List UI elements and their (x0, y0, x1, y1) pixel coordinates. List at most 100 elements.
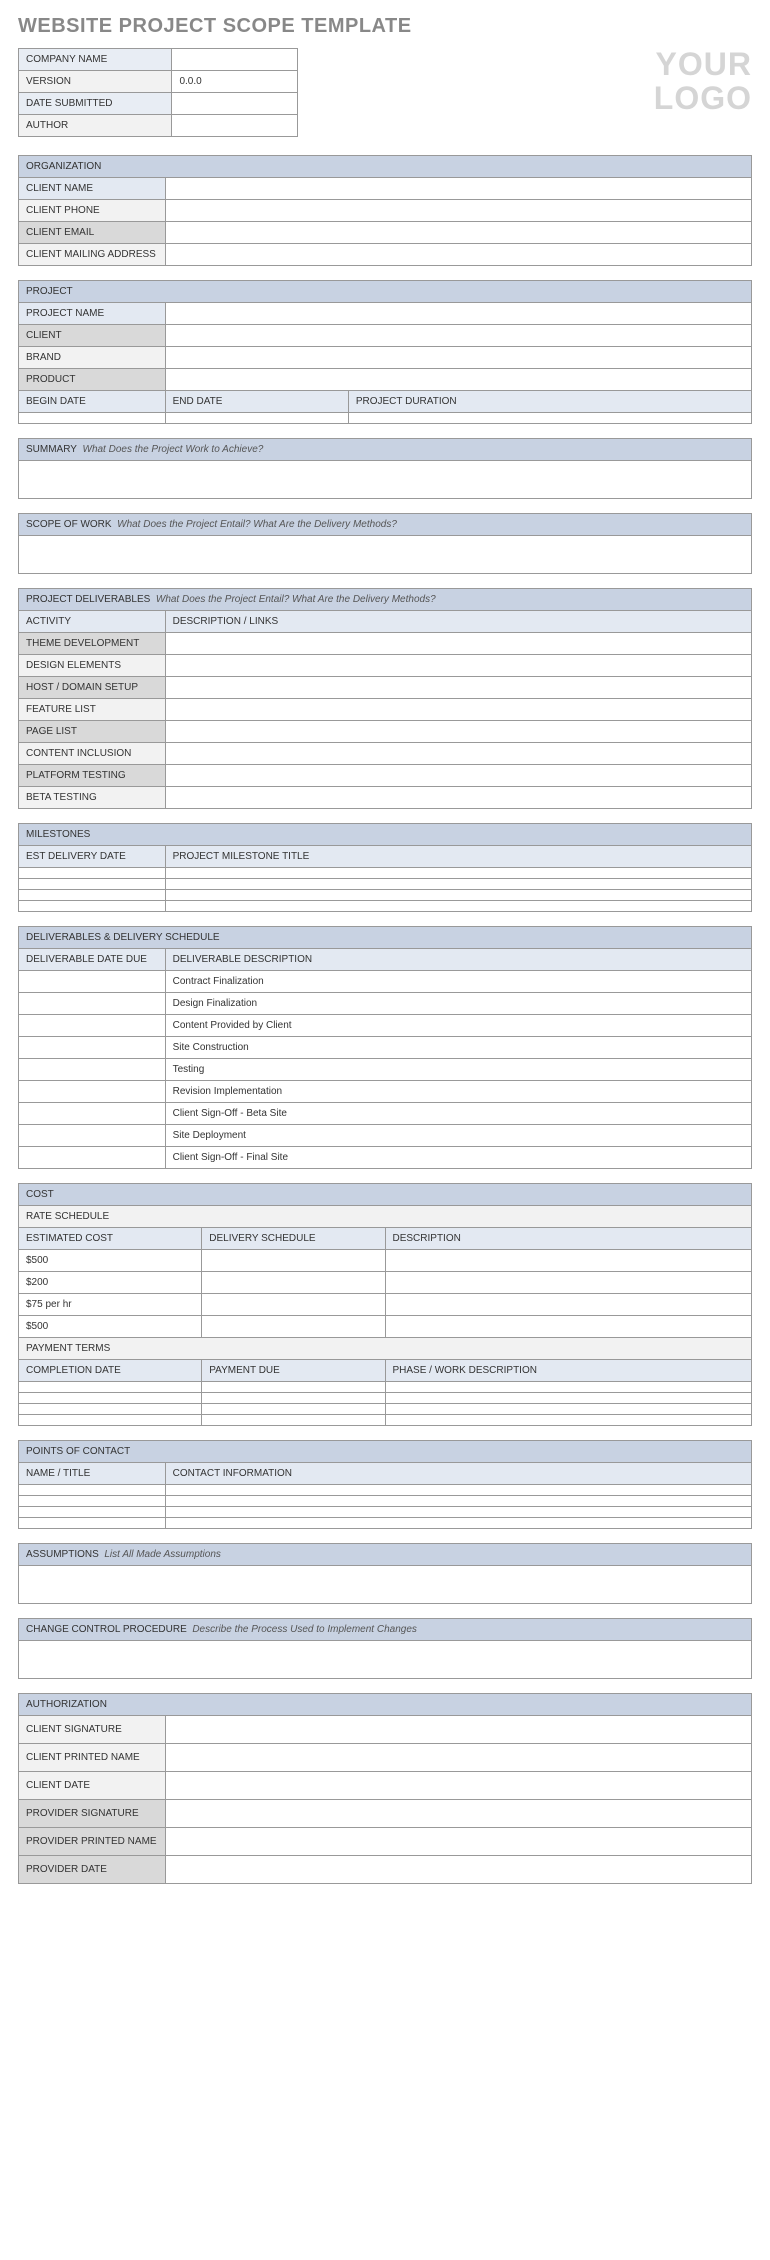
completion-date[interactable] (19, 1415, 202, 1426)
summary-value[interactable] (19, 461, 752, 499)
schedule-date[interactable] (19, 1125, 166, 1147)
client-mailing-value[interactable] (165, 244, 751, 266)
deliv-value[interactable] (165, 655, 751, 677)
completion-date[interactable] (19, 1404, 202, 1415)
contact-info[interactable] (165, 1496, 751, 1507)
completion-col: COMPLETION DATE (19, 1360, 202, 1382)
contact-info-col: CONTACT INFORMATION (165, 1463, 751, 1485)
deliv-value[interactable] (165, 699, 751, 721)
scope-value[interactable] (19, 536, 752, 574)
milestone-title[interactable] (165, 868, 751, 879)
payment-terms-header: PAYMENT TERMS (19, 1338, 752, 1360)
payment-due[interactable] (202, 1393, 385, 1404)
phase-desc[interactable] (385, 1382, 752, 1393)
client-printed-value[interactable] (165, 1744, 751, 1772)
organization-header: ORGANIZATION (19, 156, 752, 178)
authorization-table: AUTHORIZATION CLIENT SIGNATURE CLIENT PR… (18, 1693, 752, 1884)
deliv-value[interactable] (165, 765, 751, 787)
deliv-value[interactable] (165, 633, 751, 655)
meta-date-value[interactable] (172, 93, 298, 115)
change-value[interactable] (19, 1641, 752, 1679)
project-brand-value[interactable] (165, 347, 751, 369)
contact-name[interactable] (19, 1496, 166, 1507)
project-client-value[interactable] (165, 325, 751, 347)
schedule-date[interactable] (19, 1103, 166, 1125)
schedule-date[interactable] (19, 1037, 166, 1059)
contact-name[interactable] (19, 1485, 166, 1496)
meta-author-value[interactable] (172, 115, 298, 137)
client-email-value[interactable] (165, 222, 751, 244)
assumptions-value[interactable] (19, 1566, 752, 1604)
meta-company-value[interactable] (172, 49, 298, 71)
assumptions-header: ASSUMPTIONS List All Made Assumptions (19, 1544, 752, 1566)
deliv-value[interactable] (165, 743, 751, 765)
client-date-label: CLIENT DATE (19, 1772, 166, 1800)
client-name-value[interactable] (165, 178, 751, 200)
project-product-label: PRODUCT (19, 369, 166, 391)
payment-due[interactable] (202, 1415, 385, 1426)
begin-date-value[interactable] (19, 413, 166, 424)
schedule-date[interactable] (19, 1147, 166, 1169)
milestone-date[interactable] (19, 890, 166, 901)
rate-desc[interactable] (385, 1294, 752, 1316)
payment-due[interactable] (202, 1404, 385, 1415)
milestone-date[interactable] (19, 901, 166, 912)
provider-sig-value[interactable] (165, 1800, 751, 1828)
milestone-date[interactable] (19, 868, 166, 879)
schedule-date[interactable] (19, 1059, 166, 1081)
contact-info[interactable] (165, 1518, 751, 1529)
project-client-label: CLIENT (19, 325, 166, 347)
deliv-value[interactable] (165, 721, 751, 743)
provider-date-value[interactable] (165, 1856, 751, 1884)
contact-name[interactable] (19, 1507, 166, 1518)
client-date-value[interactable] (165, 1772, 751, 1800)
project-name-label: PROJECT NAME (19, 303, 166, 325)
meta-version-value[interactable]: 0.0.0 (172, 71, 298, 93)
schedule-date[interactable] (19, 971, 166, 993)
deliv-row: CONTENT INCLUSION (19, 743, 166, 765)
rate-delivery[interactable] (202, 1294, 385, 1316)
rate-desc[interactable] (385, 1272, 752, 1294)
schedule-desc-col: DELIVERABLE DESCRIPTION (165, 949, 751, 971)
provider-printed-value[interactable] (165, 1828, 751, 1856)
page-title: WEBSITE PROJECT SCOPE TEMPLATE (18, 15, 752, 38)
deliv-value[interactable] (165, 787, 751, 809)
rate-delivery[interactable] (202, 1250, 385, 1272)
deliv-row: DESIGN ELEMENTS (19, 655, 166, 677)
organization-table: ORGANIZATION CLIENT NAME CLIENT PHONE CL… (18, 155, 752, 266)
client-sig-value[interactable] (165, 1716, 751, 1744)
end-date-value[interactable] (165, 413, 348, 424)
schedule-desc: Client Sign-Off - Final Site (165, 1147, 751, 1169)
client-printed-label: CLIENT PRINTED NAME (19, 1744, 166, 1772)
schedule-desc: Testing (165, 1059, 751, 1081)
phase-desc[interactable] (385, 1415, 752, 1426)
schedule-date[interactable] (19, 1081, 166, 1103)
project-product-value[interactable] (165, 369, 751, 391)
milestone-date[interactable] (19, 879, 166, 890)
rate-desc[interactable] (385, 1316, 752, 1338)
project-name-value[interactable] (165, 303, 751, 325)
milestone-title[interactable] (165, 901, 751, 912)
completion-date[interactable] (19, 1393, 202, 1404)
client-phone-value[interactable] (165, 200, 751, 222)
contact-info[interactable] (165, 1507, 751, 1518)
authorization-header: AUTHORIZATION (19, 1694, 752, 1716)
duration-value[interactable] (348, 413, 751, 424)
phase-desc[interactable] (385, 1404, 752, 1415)
contact-name[interactable] (19, 1518, 166, 1529)
milestone-title[interactable] (165, 879, 751, 890)
schedule-date[interactable] (19, 993, 166, 1015)
payment-due[interactable] (202, 1382, 385, 1393)
rate-desc[interactable] (385, 1250, 752, 1272)
rate-cost: $500 (19, 1316, 202, 1338)
meta-table: COMPANY NAME VERSION0.0.0 DATE SUBMITTED… (18, 48, 298, 137)
deliv-value[interactable] (165, 677, 751, 699)
contact-info[interactable] (165, 1485, 751, 1496)
completion-date[interactable] (19, 1382, 202, 1393)
phase-desc[interactable] (385, 1393, 752, 1404)
schedule-date[interactable] (19, 1015, 166, 1037)
summary-table: SUMMARY What Does the Project Work to Ac… (18, 438, 752, 499)
rate-delivery[interactable] (202, 1316, 385, 1338)
rate-delivery[interactable] (202, 1272, 385, 1294)
milestone-title[interactable] (165, 890, 751, 901)
